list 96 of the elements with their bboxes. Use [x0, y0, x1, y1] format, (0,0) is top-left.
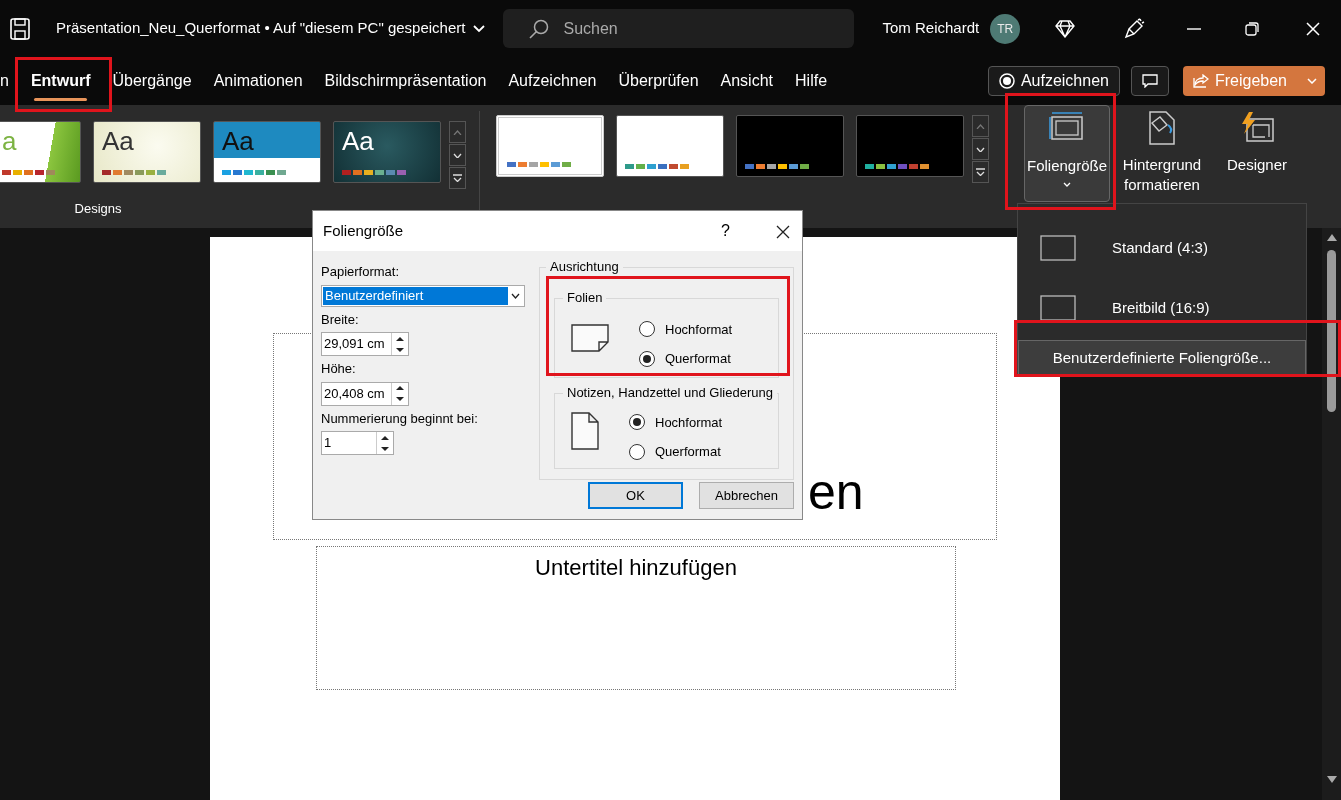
design-thumbnail[interactable]: Aa: [213, 121, 321, 183]
field-label: Nummerierung beginnt bei:: [321, 409, 479, 428]
slide-subtitle: Untertitel hinzufügen: [534, 554, 738, 582]
field-label: Breite:: [321, 310, 360, 329]
design-thumbnail[interactable]: Aa: [333, 121, 441, 183]
chevron-up-icon: [453, 129, 462, 135]
help-button[interactable]: ?: [715, 218, 736, 244]
radio-option[interactable]: Querformat: [639, 349, 733, 369]
number-field[interactable]: 29,091 cm: [321, 332, 409, 356]
comment-icon: [1141, 74, 1158, 88]
scrollbar[interactable]: [1322, 228, 1341, 800]
subtitle-placeholder[interactable]: Untertitel hinzufügen: [316, 546, 956, 690]
radio-button[interactable]: [639, 321, 655, 338]
variant-thumbnail[interactable]: [616, 115, 724, 177]
radio-button[interactable]: [629, 443, 645, 460]
scrollbar-thumb[interactable]: [1327, 250, 1336, 412]
chevron-down-icon: [1063, 182, 1071, 188]
variant-thumbnail[interactable]: [856, 115, 964, 177]
document-title[interactable]: Präsentation_Neu_Querformat • Auf "diesem PC" gespeichert: [56, 17, 466, 40]
restore-icon[interactable]: [1245, 21, 1260, 36]
search-field[interactable]: Suchen: [503, 9, 855, 48]
arrow-down-icon[interactable]: [396, 347, 404, 352]
variant-thumbnail[interactable]: [736, 115, 844, 177]
theme-preview-text: Aa: [102, 128, 134, 154]
more-button[interactable]: [972, 161, 989, 183]
more-button[interactable]: [449, 167, 466, 189]
close-icon[interactable]: [1306, 21, 1321, 36]
ribbon-tab[interactable]: n: [0, 63, 20, 99]
menu-item[interactable]: Breitbild (16:9): [1018, 278, 1306, 338]
number-field[interactable]: 1: [321, 431, 394, 455]
radio-option[interactable]: Querformat: [629, 442, 723, 462]
number-field[interactable]: 20,408 cm: [321, 381, 409, 406]
dialog-title: Foliengröße: [323, 220, 404, 241]
design-thumbnail[interactable]: Aa: [93, 121, 201, 183]
ribbon-tab[interactable]: Überprüfen: [607, 63, 710, 99]
avatar[interactable]: TR: [990, 13, 1021, 44]
close-icon: [776, 224, 790, 239]
ribbon-command-button[interactable]: Designer: [1214, 105, 1300, 202]
chevron-down-icon: [976, 146, 985, 152]
ribbon-tab[interactable]: Bildschirmpräsentation: [313, 63, 498, 99]
comment-button[interactable]: [1130, 66, 1169, 96]
chevron-up-icon: [976, 123, 985, 129]
share-icon: [1192, 74, 1209, 88]
ribbon-tab[interactable]: Entwurf: [19, 63, 102, 99]
group-title: Notizen, Handzettel und Gliederung: [563, 385, 777, 401]
chevron-down-icon: [453, 152, 462, 158]
user-name[interactable]: Tom Reichardt: [882, 17, 980, 40]
arrow-down-icon[interactable]: [381, 446, 389, 451]
arrow-up-icon[interactable]: [381, 435, 389, 440]
arrow-up-icon[interactable]: [396, 386, 404, 390]
slide-title: en: [808, 467, 864, 517]
rectangle-icon: [1040, 295, 1076, 321]
chevron-down-icon: [1307, 78, 1317, 84]
save-icon[interactable]: [10, 17, 30, 40]
field-label: Höhe:: [321, 360, 357, 378]
ribbon-tab[interactable]: Übergänge: [101, 63, 203, 99]
cancel-button[interactable]: Abbrechen: [699, 482, 794, 509]
rectangle-icon: [1040, 235, 1076, 261]
group-title: Ausrichtung: [546, 259, 623, 275]
page-landscape-icon: [571, 324, 609, 352]
theme-preview-text: a: [2, 128, 17, 154]
arrow-down-icon[interactable]: [396, 397, 404, 401]
group-label: Designs: [73, 199, 123, 218]
pen-icon[interactable]: [1123, 17, 1146, 40]
scroll-down-button[interactable]: [972, 138, 989, 160]
search-icon: [529, 18, 550, 39]
radio-option[interactable]: Hochformat: [629, 412, 723, 432]
field-label: Papierformat:: [321, 263, 401, 281]
ribbon-tab[interactable]: Animationen: [202, 63, 314, 99]
page-portrait-icon: [571, 412, 599, 450]
ribbon-command-button[interactable]: Hintergrund formatieren: [1114, 105, 1210, 202]
radio-option[interactable]: Hochformat: [639, 319, 733, 339]
ribbon-tab[interactable]: Ansicht: [709, 63, 784, 99]
record-button[interactable]: Aufzeichnen: [987, 66, 1120, 96]
arrow-up-icon[interactable]: [396, 336, 404, 341]
designer-icon: [1239, 111, 1275, 145]
paper-format-select[interactable]: Benutzerdefiniert: [321, 284, 525, 307]
ribbon-tab[interactable]: Aufzeichnen: [497, 63, 608, 99]
scroll-down-button[interactable]: [449, 144, 466, 166]
ok-button[interactable]: OK: [588, 482, 683, 509]
ribbon-tab[interactable]: Hilfe: [784, 63, 839, 99]
ribbon-command-button[interactable]: Foliengröße: [1024, 105, 1110, 202]
theme-preview-text: Aa: [342, 128, 374, 154]
record-icon: [998, 73, 1015, 89]
more-icon: [976, 168, 985, 176]
menu-item[interactable]: Standard (4:3): [1018, 218, 1306, 278]
theme-preview-text: Aa: [222, 128, 254, 154]
chevron-down-icon: [511, 292, 520, 299]
scroll-down-icon[interactable]: [1327, 776, 1337, 783]
radio-button[interactable]: [629, 414, 645, 431]
chevron-down-icon[interactable]: [473, 24, 486, 33]
more-icon: [453, 174, 462, 182]
radio-button[interactable]: [639, 350, 655, 367]
diamond-icon[interactable]: [1055, 19, 1076, 38]
scroll-up-icon[interactable]: [1327, 234, 1337, 241]
minimize-icon[interactable]: [1187, 27, 1202, 30]
